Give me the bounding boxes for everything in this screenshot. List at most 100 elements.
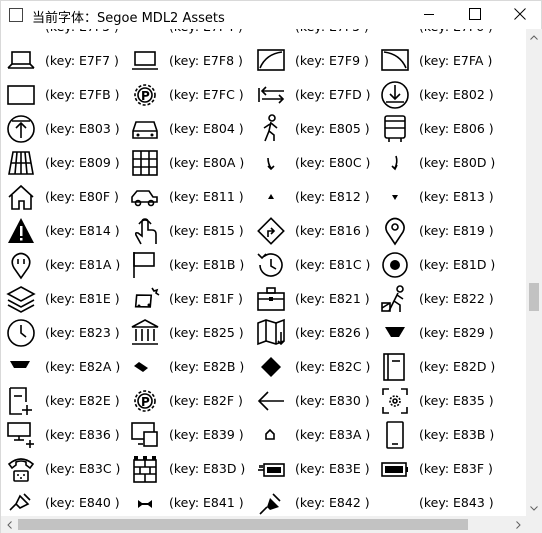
glyph-cell[interactable]: (key: E815 ) <box>129 214 254 248</box>
flag-icon <box>129 249 161 281</box>
vertical-scrollbar[interactable] <box>526 29 542 516</box>
glyph-key-label: (key: E83D ) <box>169 461 246 476</box>
glyph-cell[interactable]: (key: E826 ) <box>255 316 380 350</box>
title-bar[interactable]: 当前字体：Segoe MDL2 Assets <box>1 1 541 29</box>
car-front-icon <box>129 113 161 145</box>
glyph-cell[interactable]: (key: E81C ) <box>255 248 380 282</box>
glyph-cell[interactable]: (key: E7F6 ) <box>379 29 504 44</box>
clock-icon <box>5 317 37 349</box>
glyph-cell[interactable]: (key: E7FB ) <box>5 78 130 112</box>
glyph-cell[interactable]: (key: E822 ) <box>379 282 504 316</box>
glyph-cell[interactable]: (key: E814 ) <box>5 214 130 248</box>
minimize-button[interactable] <box>407 1 451 27</box>
glyph-key-label: (key: E83A ) <box>295 427 371 442</box>
layers-icon <box>5 283 37 315</box>
glyph-key-label: (key: E806 ) <box>419 121 494 136</box>
glyph-cell[interactable]: (key: E81B ) <box>129 248 254 282</box>
glyph-cell[interactable]: (key: E83C ) <box>5 452 130 486</box>
glyph-key-label: (key: E811 ) <box>169 189 244 204</box>
glyph-cell[interactable]: (key: E81F ) <box>129 282 254 316</box>
glyph-key-label: (key: E842 ) <box>295 495 370 510</box>
glyph-cell[interactable]: (key: E840 ) <box>5 486 130 516</box>
glyph-cell[interactable]: (key: E82B ) <box>129 350 254 384</box>
scroll-down-button[interactable] <box>526 500 542 516</box>
glyph-cell[interactable]: (key: E829 ) <box>379 316 504 350</box>
glyph-cell[interactable]: (key: E80F ) <box>5 180 130 214</box>
glyph-cell[interactable]: (key: E7F8 ) <box>129 44 254 78</box>
glyph-cell[interactable]: (key: E81D ) <box>379 248 504 282</box>
glyph-key-label: (key: E7FC ) <box>169 87 244 102</box>
glyph-cell[interactable]: (key: E7FD ) <box>255 78 380 112</box>
glyph-key-label: (key: E839 ) <box>169 427 244 442</box>
glyph-cell[interactable]: (key: E83A ) <box>255 418 380 452</box>
glyph-cell[interactable]: (key: E80C ) <box>255 146 380 180</box>
scroll-left-button[interactable] <box>1 516 17 533</box>
glyph-cell[interactable]: (key: E7FA ) <box>379 44 504 78</box>
glyph-cell[interactable]: (key: E835 ) <box>379 384 504 418</box>
glyph-cell[interactable]: (key: E83F ) <box>379 452 504 486</box>
horizontal-scroll-thumb[interactable] <box>18 519 468 530</box>
glyph-cell[interactable]: (key: E843 ) <box>379 486 504 516</box>
glyph-grid: (key: E7F5 ) (key: E7F4 ) (key: E7F5 ) (key… <box>1 29 526 516</box>
glyph-cell[interactable]: (key: E80A ) <box>129 146 254 180</box>
glyph-cell[interactable]: (key: E806 ) <box>379 112 504 146</box>
vertical-scroll-thumb[interactable] <box>529 283 539 311</box>
horizontal-scrollbar[interactable] <box>1 516 526 533</box>
glyph-cell[interactable]: (key: E821 ) <box>255 282 380 316</box>
glyph-cell[interactable]: P (key: E82F ) <box>129 384 254 418</box>
glyph-cell[interactable]: (key: E81E ) <box>5 282 130 316</box>
glyph-row: (key: E7F7 ) (key: E7F8 ) (key: E7F9 ) (key… <box>1 44 526 78</box>
glyph-key-label: (key: E803 ) <box>45 121 120 136</box>
target-dot-icon <box>379 249 411 281</box>
glyph-cell[interactable]: (key: E7F4 ) <box>129 29 254 44</box>
glyph-cell[interactable]: (key: E7F5 ) <box>5 29 130 44</box>
briefcase-icon <box>255 283 287 315</box>
glyph-cell[interactable]: (key: E83D ) <box>129 452 254 486</box>
scroll-up-button[interactable] <box>526 29 542 45</box>
glyph-cell[interactable]: (key: E819 ) <box>379 214 504 248</box>
glyph-cell[interactable]: (key: E805 ) <box>255 112 380 146</box>
glyph-cell[interactable]: (key: E816 ) <box>255 214 380 248</box>
glyph-cell[interactable]: (key: E82E ) <box>5 384 130 418</box>
glyph-cell[interactable]: (key: E804 ) <box>129 112 254 146</box>
glyph-cell[interactable]: (key: E83E ) <box>255 452 380 486</box>
glyph-cell[interactable]: (key: E809 ) <box>5 146 130 180</box>
parking-gear-icon: P <box>129 385 161 417</box>
glyph-cell[interactable]: (key: E841 ) <box>129 486 254 516</box>
glyph-key-label: (key: E83C ) <box>45 461 121 476</box>
glyph-cell[interactable]: (key: E811 ) <box>129 180 254 214</box>
glyph-cell[interactable]: (key: E7F7 ) <box>5 44 130 78</box>
walking-person-icon <box>255 113 287 145</box>
glyph-cell[interactable]: (key: E842 ) <box>255 486 380 516</box>
glyph-cell[interactable]: (key: E812 ) <box>255 180 380 214</box>
glyph-cell[interactable]: (key: E82C ) <box>255 350 380 384</box>
glyph-cell[interactable]: (key: E813 ) <box>379 180 504 214</box>
glyph-cell[interactable]: (key: E82A ) <box>5 350 130 384</box>
glyph-cell[interactable]: (key: E802 ) <box>379 78 504 112</box>
glyph-key-label: (key: E816 ) <box>295 223 370 238</box>
maximize-button[interactable] <box>453 1 497 27</box>
car-crash-icon <box>129 283 161 315</box>
glyph-cell[interactable]: (key: E83B ) <box>379 418 504 452</box>
glyph-cell[interactable]: (key: E823 ) <box>5 316 130 350</box>
glyph-cell[interactable]: (key: E803 ) <box>5 112 130 146</box>
glyph-cell[interactable]: P (key: E7FC ) <box>129 78 254 112</box>
glyph-cell[interactable]: (key: E82D ) <box>379 350 504 384</box>
svg-text:P: P <box>141 395 150 409</box>
glyph-cell[interactable]: (key: E7F9 ) <box>255 44 380 78</box>
glyph-cell[interactable]: (key: E7F5 ) <box>255 29 380 44</box>
glyph-cell[interactable]: (key: E839 ) <box>129 418 254 452</box>
app-window: 当前字体：Segoe MDL2 Assets (key: E7F5 )(key:… <box>0 0 542 533</box>
road-work-icon <box>379 283 411 315</box>
document-add-icon <box>5 385 37 417</box>
glyph-list-viewport[interactable]: (key: E7F5 ) (key: E7F4 ) (key: E7F5 ) (key… <box>1 29 526 516</box>
pin-filled-icon <box>255 487 287 516</box>
glyph-cell[interactable]: (key: E836 ) <box>5 418 130 452</box>
glyph-cell[interactable]: (key: E81A ) <box>5 248 130 282</box>
glyph-cell[interactable]: (key: E830 ) <box>255 384 380 418</box>
home-icon <box>5 181 37 213</box>
close-button[interactable] <box>498 1 542 27</box>
glyph-cell[interactable]: (key: E825 ) <box>129 316 254 350</box>
glyph-cell[interactable]: (key: E80D ) <box>379 146 504 180</box>
scroll-right-button[interactable] <box>510 516 526 533</box>
